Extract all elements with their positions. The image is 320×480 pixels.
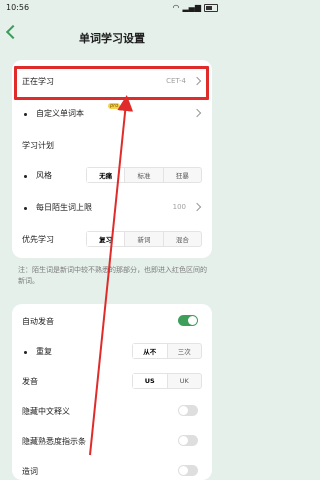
annotation-arrow <box>89 95 134 456</box>
arrow-line <box>89 95 134 456</box>
